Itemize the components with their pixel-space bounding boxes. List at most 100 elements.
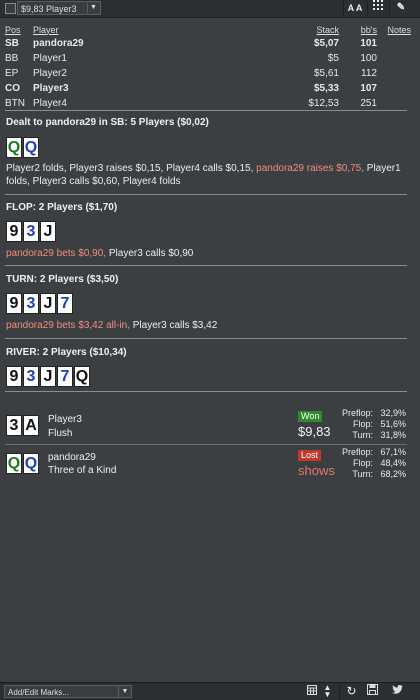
bbs-cell: 112 xyxy=(361,68,377,79)
header-notes[interactable]: Notes xyxy=(377,23,411,36)
card-queen-diamonds: Q xyxy=(23,453,39,474)
table-header: Pos Player Stack bb's Notes xyxy=(5,23,411,36)
notes-cell[interactable] xyxy=(377,66,411,81)
marks-select-label: Add/Edit Marks... xyxy=(8,688,69,697)
notes-cell[interactable] xyxy=(377,36,411,51)
bbs-cell: 100 xyxy=(360,53,377,64)
pos-cell: EP xyxy=(5,68,19,79)
notes-cell[interactable] xyxy=(377,96,411,111)
toolbar-divider xyxy=(343,0,344,16)
action-text: Player3 calls $0,90 xyxy=(106,248,194,259)
bbs-cell: 107 xyxy=(360,83,377,94)
divider xyxy=(5,338,407,339)
card-ace-spades: A xyxy=(23,415,39,436)
pos-cell: BTN xyxy=(5,98,25,109)
pos-cell: CO xyxy=(5,83,20,94)
pos-cell: BB xyxy=(5,53,19,64)
card-three-diamonds: 3 xyxy=(23,366,39,387)
header-player[interactable]: Player xyxy=(33,23,283,36)
card-queen-clubs: Q xyxy=(6,137,22,158)
chevron-down-icon[interactable]: ▼ xyxy=(87,3,99,13)
marks-select[interactable]: Add/Edit Marks... ▼ xyxy=(4,685,132,698)
pencil-icon[interactable]: ✎ xyxy=(392,0,410,16)
table-row[interactable]: SB pandora29 $5,07 101 xyxy=(5,36,411,51)
table-row[interactable]: BTN Player4 $12,53 251 xyxy=(5,96,411,111)
equity-stats: Preflop: 67,1% Flop: 48,4% Turn: 68,2% xyxy=(320,447,406,480)
font-size-button[interactable]: A A xyxy=(345,0,365,16)
stack-cell: $12,53 xyxy=(308,98,339,109)
hero-action-text: pandora29 bets $0,90, xyxy=(6,248,107,259)
hand-checkbox[interactable] xyxy=(5,3,16,14)
table-row[interactable]: EP Player2 $5,61 112 xyxy=(5,66,411,81)
card-queen-clubs: Q xyxy=(6,453,22,474)
stat-label: Turn: xyxy=(352,469,373,479)
card-nine-spades: 9 xyxy=(6,221,22,242)
result-player-name: Player3 xyxy=(48,414,82,425)
chevron-down-icon[interactable]: ▼ xyxy=(118,686,131,697)
hand-select[interactable]: $9,83 Player3 ▼ xyxy=(17,1,101,15)
card-three-spades: 3 xyxy=(6,415,22,436)
hero-action-text: pandora29 raises $0,75, xyxy=(256,163,364,174)
divider xyxy=(5,444,407,445)
card-three-diamonds: 3 xyxy=(23,293,39,314)
player-cell: Player4 xyxy=(33,98,67,109)
stat-label: Flop: xyxy=(352,458,373,468)
result-cards: Q Q xyxy=(6,453,40,474)
sort-icon[interactable]: ▲ ▼ xyxy=(319,684,336,699)
divider xyxy=(5,265,407,266)
card-nine-spades: 9 xyxy=(6,366,22,387)
stat-label: Preflop: xyxy=(341,447,373,457)
preflop-actions: Player2 folds, Player3 raises $0,15, Pla… xyxy=(6,162,411,188)
divider xyxy=(5,194,407,195)
card-jack-spades: J xyxy=(40,366,56,387)
action-text: Player1 xyxy=(364,163,401,174)
toolbar-divider xyxy=(339,683,340,700)
card-jack-spades: J xyxy=(40,293,56,314)
action-text: Player3 calls $3,42 xyxy=(129,320,218,331)
hole-cards: Q Q xyxy=(6,137,40,158)
header-stack[interactable]: Stack xyxy=(283,23,339,36)
card-seven-diamonds: 7 xyxy=(57,366,73,387)
player-cell: Player1 xyxy=(33,53,67,64)
players-table: Pos Player Stack bb's Notes SB pandora29… xyxy=(5,23,411,111)
stack-cell: $5,33 xyxy=(313,83,339,94)
header-bbs[interactable]: bb's xyxy=(339,23,377,36)
player-cell: pandora29 xyxy=(33,38,84,49)
calendar-icon[interactable] xyxy=(303,684,320,699)
table-row[interactable]: BB Player1 $5 100 xyxy=(5,51,411,66)
notes-cell[interactable] xyxy=(377,81,411,96)
card-three-diamonds: 3 xyxy=(23,221,39,242)
card-nine-spades: 9 xyxy=(6,293,22,314)
pos-cell: SB xyxy=(5,38,19,49)
save-icon[interactable] xyxy=(364,684,381,699)
top-toolbar: $9,83 Player3 ▼ A A ✎ xyxy=(0,0,420,18)
turn-header: TURN: 2 Players ($3,50) xyxy=(6,274,119,285)
result-player-name: pandora29 xyxy=(48,452,96,463)
result-hand-name: Flush xyxy=(48,428,73,439)
card-queen-diamonds: Q xyxy=(23,137,39,158)
stat-value: 32,9% xyxy=(380,408,406,418)
stat-label: Turn: xyxy=(352,430,373,440)
twitter-icon[interactable] xyxy=(389,684,406,699)
stat-value: 31,8% xyxy=(380,430,406,440)
hand-select-value: $9,83 Player3 xyxy=(21,4,77,14)
flop-header: FLOP: 2 Players ($1,70) xyxy=(6,202,118,213)
flop-actions: pandora29 bets $0,90, Player3 calls $0,9… xyxy=(6,247,411,260)
table-row[interactable]: CO Player3 $5,33 107 xyxy=(5,81,411,96)
player-cell: Player3 xyxy=(33,83,69,94)
divider xyxy=(5,391,407,392)
stat-value: 68,2% xyxy=(380,469,406,479)
refresh-icon[interactable]: ↻ xyxy=(343,684,360,699)
result-hand-name: Three of a Kind xyxy=(48,465,117,476)
stat-label: Preflop: xyxy=(341,408,373,418)
grid-icon[interactable] xyxy=(369,0,387,16)
flop-cards: 9 3 J xyxy=(6,221,57,242)
turn-cards: 9 3 J 7 xyxy=(6,293,74,314)
notes-cell[interactable] xyxy=(377,51,411,66)
stack-cell: $5,61 xyxy=(313,68,339,79)
header-pos[interactable]: Pos xyxy=(5,23,33,36)
hero-action-text: pandora29 bets $3,42 all-in, xyxy=(6,320,130,331)
lost-badge: Lost xyxy=(298,450,322,461)
result-cards: 3 A xyxy=(6,415,40,436)
bottom-toolbar: Add/Edit Marks... ▼ ▲ ▼ ↻ xyxy=(0,682,420,700)
